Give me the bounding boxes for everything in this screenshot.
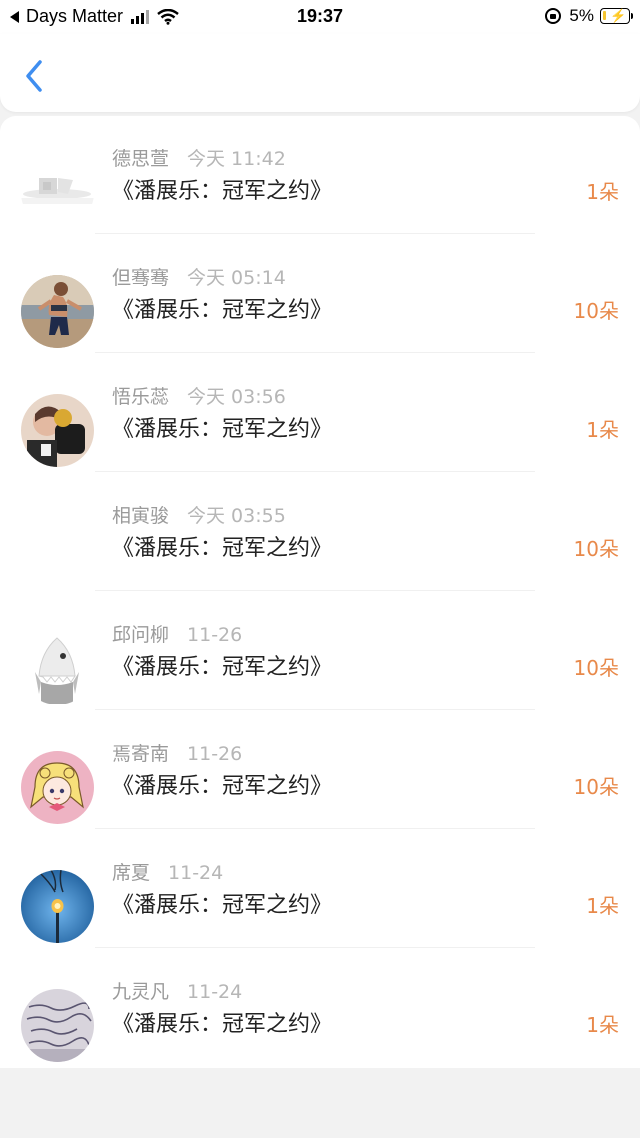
sender-line: 悟乐蕊 今天 03:56: [112, 382, 286, 409]
battery-percent: 5%: [569, 6, 594, 25]
divider: [95, 709, 535, 710]
list-item[interactable]: 焉寄南 11-26 《潘展乐：冠军之约》 10朵: [0, 711, 640, 830]
sent-time: 今天 05:14: [187, 267, 286, 289]
gift-title: 《潘展乐：冠军之约》: [112, 655, 333, 680]
flower-count: 1朵: [586, 1013, 619, 1037]
gift-title: 《潘展乐：冠军之约》: [112, 179, 333, 204]
sender-line: 席夏 11-24: [112, 858, 223, 885]
sender-name: 邱问柳: [112, 624, 170, 646]
sender-name: 相寅骏: [112, 505, 170, 527]
sent-time: 11-24: [168, 862, 224, 884]
flower-count: 1朵: [586, 418, 619, 442]
list-item[interactable]: 悟乐蕊 今天 03:56 《潘展乐：冠军之约》 1朵: [0, 354, 640, 473]
sender-name: 九灵凡: [112, 981, 170, 1003]
avatar: [21, 394, 94, 467]
gift-title: 《潘展乐：冠军之约》: [112, 298, 333, 323]
sender-name: 但骞骞: [112, 267, 170, 289]
battery-icon: ⚡: [600, 8, 633, 24]
divider: [95, 828, 535, 829]
gift-title: 《潘展乐：冠军之约》: [112, 1012, 333, 1037]
gift-title: 《潘展乐：冠军之约》: [112, 774, 333, 799]
avatar: [21, 870, 94, 943]
sent-time: 今天 03:55: [187, 505, 286, 527]
status-right: 5% ⚡: [545, 6, 633, 26]
flower-count: 1朵: [586, 894, 619, 918]
sender-line: 德思萱 今天 11:42: [112, 144, 286, 171]
divider: [95, 352, 535, 353]
flower-count: 10朵: [573, 775, 619, 799]
avatar: [21, 156, 94, 229]
records-list: 德思萱今天 11:42 《潘展乐：冠军之约》 1朵 但骞骞今天 05:14: [0, 116, 640, 1068]
sent-time: 11-24: [187, 981, 243, 1003]
gift-title: 《潘展乐：冠军之约》: [112, 536, 333, 561]
divider: [95, 471, 535, 472]
status-bar: Days Matter 19:37 5% ⚡: [0, 0, 640, 34]
flower-count: 10朵: [573, 299, 619, 323]
avatar: [21, 989, 94, 1062]
sender-line: 九灵凡 11-24: [112, 977, 242, 1004]
orientation-lock-icon: [545, 8, 562, 24]
flower-count: 1朵: [586, 180, 619, 204]
avatar: [21, 632, 94, 705]
sender-name: 焉寄南: [112, 743, 170, 765]
status-time: 19:37: [296, 6, 344, 26]
list-item[interactable]: 德思萱 今天 11:42 《潘展乐：冠军之约》 1朵: [0, 116, 640, 235]
sender-line: 焉寄南 11-26: [112, 739, 242, 766]
list-item[interactable]: 相寅骏 今天 03:55 《潘展乐：冠军之约》 10朵: [0, 473, 640, 592]
sender-name: 席夏: [112, 862, 151, 884]
sent-time: 今天 03:56: [187, 386, 286, 408]
flower-count: 10朵: [573, 537, 619, 561]
gift-title: 《潘展乐：冠军之约》: [112, 893, 333, 918]
navigation-bar: [0, 34, 640, 112]
sender-name: 德思萱: [112, 148, 170, 170]
sent-time: 11-26: [187, 743, 243, 765]
sender-line: 但骞骞 今天 05:14: [112, 263, 286, 290]
divider: [95, 947, 535, 948]
list-item[interactable]: 但骞骞 今天 05:14 《潘展乐：冠军之约》 10朵: [0, 235, 640, 354]
avatar: [21, 275, 94, 348]
chevron-left-icon: [26, 60, 42, 92]
list-item[interactable]: 九灵凡 11-24 《潘展乐：冠军之约》 1朵: [0, 949, 640, 1068]
sender-line: 相寅骏 今天 03:55: [112, 501, 286, 528]
gift-title: 《潘展乐：冠军之约》: [112, 417, 333, 442]
divider: [95, 233, 535, 234]
sent-time: 今天 11:42: [187, 148, 286, 170]
sender-line: 邱问柳 11-26: [112, 620, 242, 647]
avatar: [21, 751, 94, 824]
list-item[interactable]: 席夏 11-24 《潘展乐：冠军之约》 1朵: [0, 830, 640, 949]
sent-time: 11-26: [187, 624, 243, 646]
list-item[interactable]: 邱问柳 11-26 《潘展乐：冠军之约》 10朵: [0, 592, 640, 711]
avatar: [21, 513, 94, 586]
back-button[interactable]: [18, 56, 52, 96]
sender-name: 悟乐蕊: [112, 386, 170, 408]
flower-count: 10朵: [573, 656, 619, 680]
divider: [95, 590, 535, 591]
